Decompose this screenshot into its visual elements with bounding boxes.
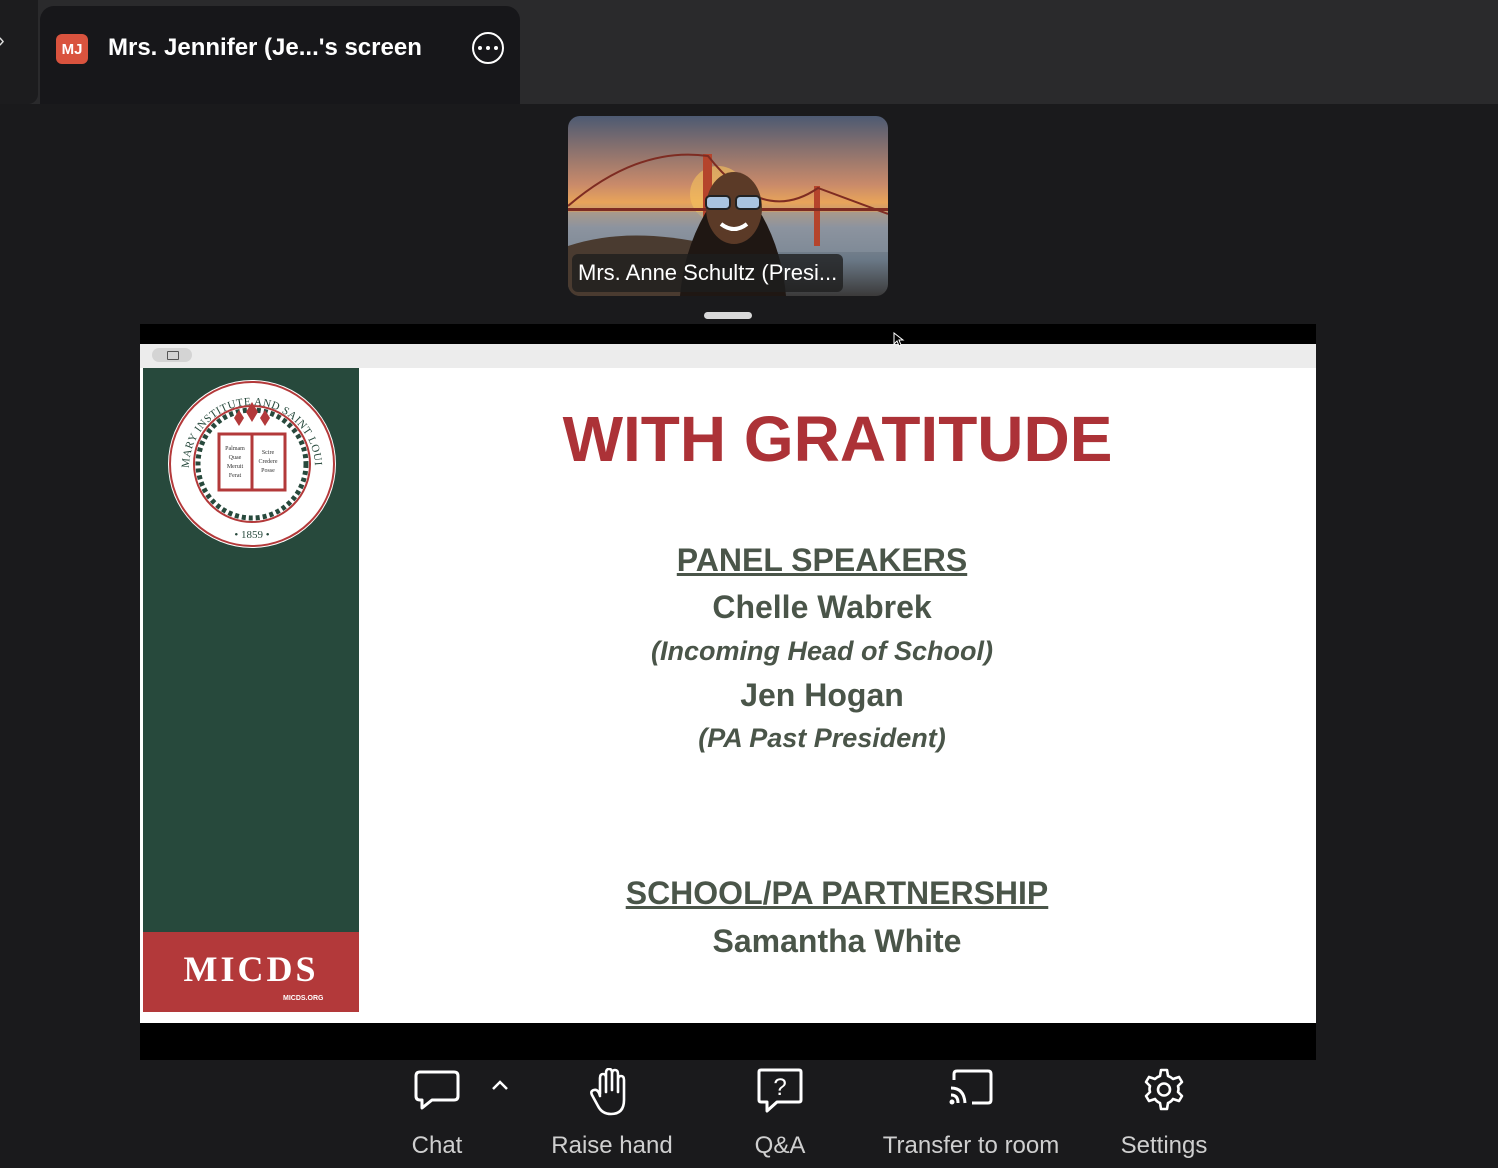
chat-button[interactable]: Chat — [392, 1060, 482, 1168]
gear-icon — [1144, 1068, 1184, 1111]
settings-label: Settings — [1120, 1132, 1208, 1159]
speaker-name: Chelle Wabrek — [712, 589, 932, 625]
svg-text:Credere: Credere — [259, 459, 278, 465]
presentation-slide: MARY INSTITUTE AND SAINT LOUIS COUNTRY D… — [140, 368, 1316, 1023]
window-pill — [152, 348, 192, 362]
chevron-icon: › — [0, 30, 5, 53]
shared-window-bar — [140, 344, 1316, 369]
cast-icon — [949, 1069, 993, 1105]
participant-video-tile[interactable]: Mrs. Anne Schultz (Presi... — [568, 116, 888, 296]
avatar: MJ — [56, 34, 88, 64]
screen-share-tab[interactable]: MJ Mrs. Jennifer (Je...'s screen — [40, 6, 520, 104]
transfer-to-room-button[interactable]: Transfer to room — [866, 1060, 1076, 1168]
svg-text:• 1859 •: • 1859 • — [234, 529, 269, 541]
transfer-label: Transfer to room — [882, 1132, 1060, 1159]
partnership-heading: SCHOOL/PA PARTNERSHIP — [625, 875, 1049, 911]
speaker-role: (Incoming Head of School) — [651, 636, 993, 666]
tab-title: Mrs. Jennifer (Je...'s screen — [108, 34, 422, 61]
qa-button[interactable]: ? Q&A — [735, 1060, 825, 1168]
svg-text:Palmam: Palmam — [225, 446, 245, 452]
svg-text:Posse: Posse — [261, 468, 275, 474]
settings-button[interactable]: Settings — [1108, 1060, 1220, 1168]
shared-screen: MARY INSTITUTE AND SAINT LOUIS COUNTRY D… — [140, 324, 1316, 1060]
chat-icon — [414, 1070, 460, 1110]
raise-hand-label: Raise hand — [551, 1132, 673, 1159]
brand-url: MICDS.ORG — [283, 995, 324, 1002]
svg-text:Ferat: Ferat — [229, 473, 242, 479]
more-icon — [478, 46, 482, 50]
raise-hand-icon — [590, 1068, 626, 1116]
brand-box: MICDS MICDS.ORG — [143, 932, 359, 1012]
qa-icon: ? — [757, 1068, 803, 1113]
svg-text:Quae: Quae — [229, 455, 242, 461]
chat-label: Chat — [411, 1132, 463, 1159]
chevron-up-icon[interactable] — [490, 1078, 510, 1092]
more-options-button[interactable] — [472, 32, 504, 64]
svg-text:Meruit: Meruit — [227, 464, 244, 470]
qa-label: Q&A — [754, 1132, 806, 1159]
brand-name: MICDS — [183, 949, 319, 989]
school-seal-logo: MARY INSTITUTE AND SAINT LOUIS COUNTRY D… — [167, 378, 336, 548]
meeting-top-bar: › MJ Mrs. Jennifer (Je...'s screen — [0, 0, 1498, 104]
window-icon — [167, 351, 179, 360]
panel-speakers-heading: PANEL SPEAKERS — [676, 542, 968, 578]
mouse-cursor-icon — [893, 332, 905, 347]
svg-text:?: ? — [773, 1074, 786, 1101]
previous-tab[interactable]: › — [0, 0, 38, 104]
brand-sidebar: MARY INSTITUTE AND SAINT LOUIS COUNTRY D… — [143, 368, 359, 1012]
slide-title: WITH GRATITUDE — [562, 403, 1113, 475]
partner-name: Samantha White — [712, 923, 962, 959]
speaker-role: (PA Past President) — [698, 723, 946, 753]
meeting-toolbar: Chat Raise hand ? Q&A Transfer to room S… — [0, 1060, 1498, 1168]
raise-hand-button[interactable]: Raise hand — [542, 1060, 682, 1168]
speaker-name: Jen Hogan — [740, 677, 904, 713]
participant-name: Mrs. Anne Schultz (Presi... — [572, 254, 844, 292]
svg-text:Scire: Scire — [262, 450, 275, 456]
drag-handle[interactable] — [704, 312, 752, 319]
